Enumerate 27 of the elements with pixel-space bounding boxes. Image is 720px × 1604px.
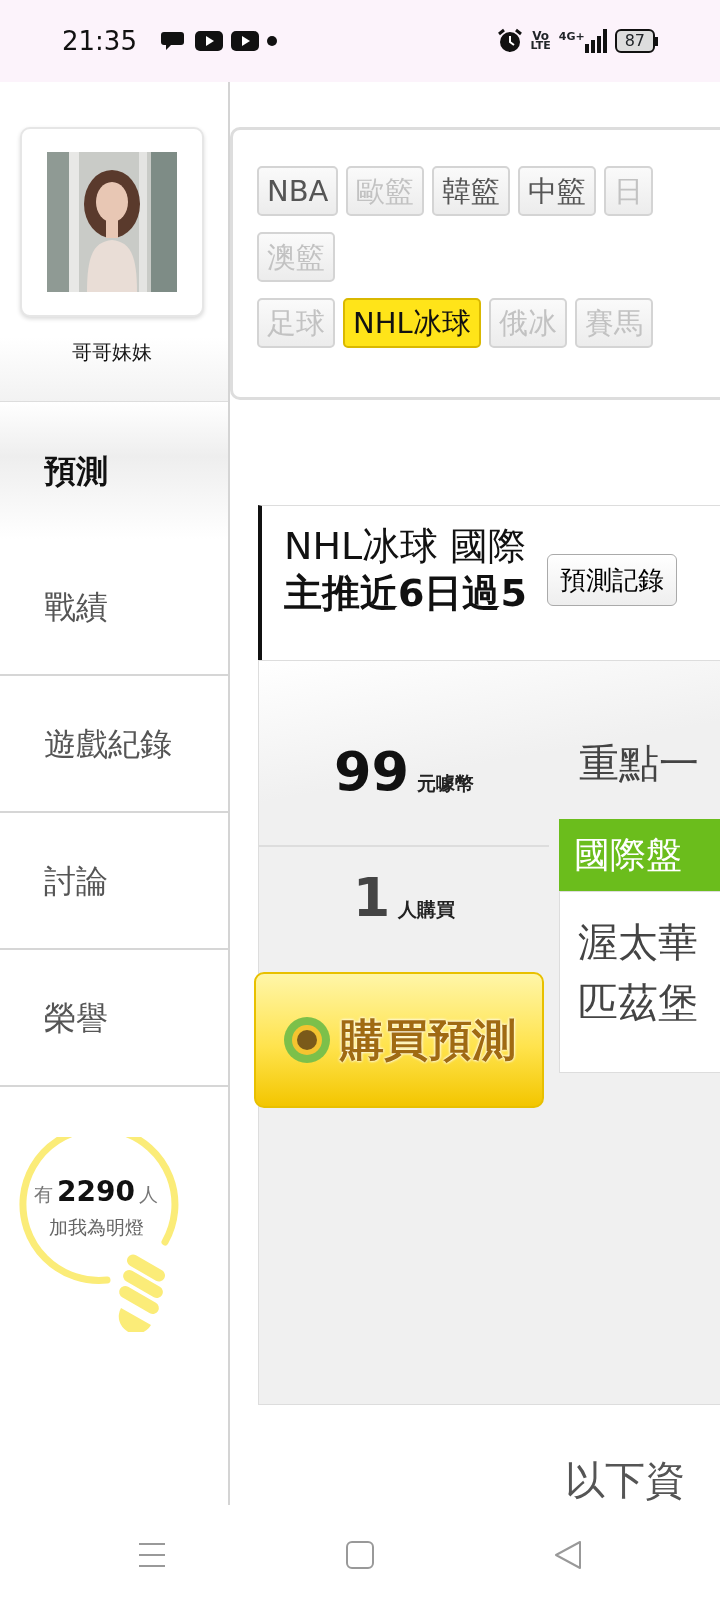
sport-tag[interactable]: NBA <box>257 166 339 216</box>
sport-tag[interactable]: 中籃 <box>518 166 597 216</box>
user-name: 哥哥妹妹 <box>71 339 153 366</box>
sport-tag[interactable]: NHL冰球 <box>343 298 481 348</box>
header-title: NHL冰球 國際 <box>284 524 527 570</box>
volte-label: Vo <box>532 30 550 42</box>
buyer-count: 1 <box>352 871 391 925</box>
network-label: 4G+ <box>558 29 585 45</box>
price-value: 99 <box>333 745 410 799</box>
fans-label: 人 <box>138 1182 158 1207</box>
sport-tag[interactable]: 韓籃 <box>432 166 511 216</box>
team-name: 匹茲堡 <box>578 978 699 1027</box>
fans-count: 2290 <box>57 1174 135 1210</box>
fans-caption: 加我為明燈 <box>47 1215 145 1240</box>
team-name: 渥太華 <box>578 918 699 967</box>
header-subtitle: 主推近6日過5 <box>284 569 527 617</box>
volte-label: LTE <box>530 41 551 52</box>
buy-button[interactable]: 購買預測 <box>254 972 544 1108</box>
status-time: 21:35 <box>62 24 137 58</box>
section-heading: 以下資 <box>564 1456 686 1505</box>
market-label: 國際盤 <box>559 819 720 891</box>
record-button[interactable]: 預測記錄 <box>546 554 677 606</box>
fans-label: 有 <box>34 1182 54 1207</box>
battery-level: 87 <box>614 29 655 53</box>
price-unit: 元噱幣 <box>417 771 475 796</box>
buyer-label: 人購買 <box>398 897 456 922</box>
pick-heading: 重點一 <box>578 739 700 788</box>
